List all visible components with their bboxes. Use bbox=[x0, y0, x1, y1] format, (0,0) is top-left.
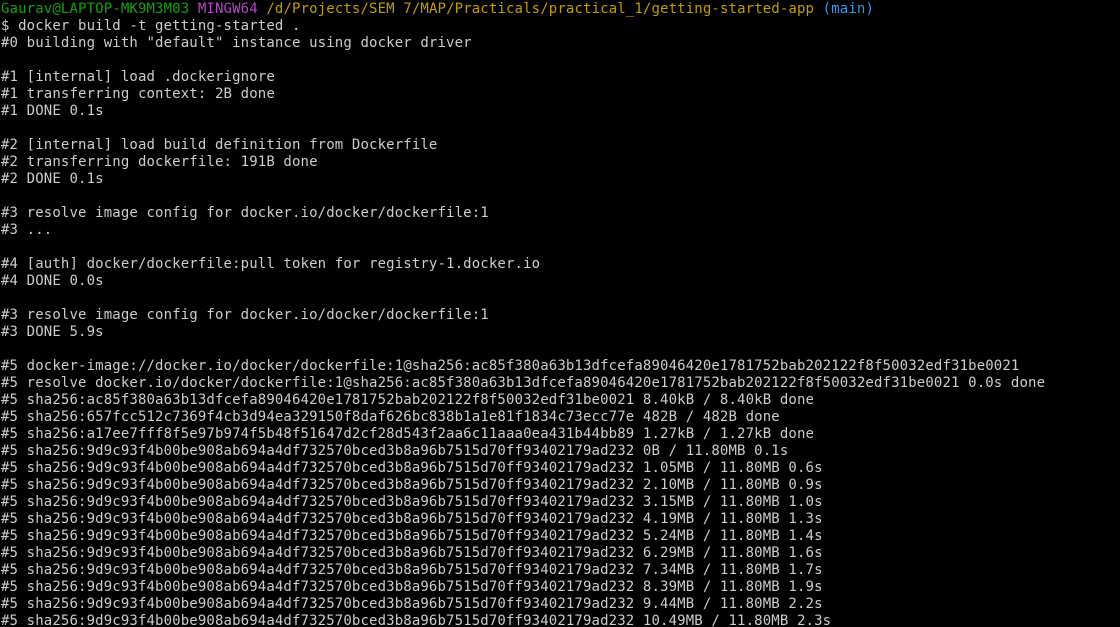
output-line: #5 sha256:9d9c93f4b00be908ab694a4df73257… bbox=[1, 562, 1117, 579]
output-line: #5 sha256:9d9c93f4b00be908ab694a4df73257… bbox=[1, 477, 1117, 494]
output-text: #5 sha256:9d9c93f4b00be908ab694a4df73257… bbox=[1, 545, 823, 561]
output-text: #2 DONE 0.1s bbox=[1, 171, 104, 187]
output-line: #3 DONE 5.9s bbox=[1, 324, 1117, 341]
output-text: #5 sha256:a17ee7fff8f5e97b974f5b48f51647… bbox=[1, 426, 815, 442]
prompt-line: Gaurav@LAPTOP-MK9M3M03 MINGW64 /d/Projec… bbox=[1, 1, 1117, 18]
terminal-output: Gaurav@LAPTOP-MK9M3M03 MINGW64 /d/Projec… bbox=[1, 1, 1117, 627]
output-line: #5 sha256:9d9c93f4b00be908ab694a4df73257… bbox=[1, 579, 1117, 596]
prompt-user-host: Gaurav@LAPTOP-MK9M3M03 bbox=[1, 1, 190, 17]
output-text: #5 sha256:9d9c93f4b00be908ab694a4df73257… bbox=[1, 443, 789, 459]
output-line: #5 sha256:ac85f380a63b13dfcefa89046420e1… bbox=[1, 392, 1117, 409]
output-text: #3 resolve image config for docker.io/do… bbox=[1, 205, 489, 221]
output-line: #5 sha256:9d9c93f4b00be908ab694a4df73257… bbox=[1, 494, 1117, 511]
output-line: #3 ... bbox=[1, 222, 1117, 239]
output-text: #2 transferring dockerfile: 191B done bbox=[1, 154, 318, 170]
command-text: $ docker build -t getting-started . bbox=[1, 18, 301, 34]
output-line: #3 resolve image config for docker.io/do… bbox=[1, 307, 1117, 324]
output-text: #5 sha256:9d9c93f4b00be908ab694a4df73257… bbox=[1, 460, 823, 476]
output-text: #5 resolve docker.io/docker/dockerfile:1… bbox=[1, 375, 1046, 391]
output-line: #5 sha256:9d9c93f4b00be908ab694a4df73257… bbox=[1, 596, 1117, 613]
output-text: #4 DONE 0.0s bbox=[1, 273, 104, 289]
output-text: #5 sha256:657fcc512c7369f4cb3d94ea329150… bbox=[1, 409, 780, 425]
output-text: #0 building with "default" instance usin… bbox=[1, 35, 472, 51]
output-line: #4 [auth] docker/dockerfile:pull token f… bbox=[1, 256, 1117, 273]
output-text: #5 sha256:9d9c93f4b00be908ab694a4df73257… bbox=[1, 528, 823, 544]
output-text: #1 transferring context: 2B done bbox=[1, 86, 275, 102]
prompt-shell-name: MINGW64 bbox=[197, 1, 258, 17]
output-line: #2 [internal] load build definition from… bbox=[1, 137, 1117, 154]
output-text: #5 sha256:9d9c93f4b00be908ab694a4df73257… bbox=[1, 562, 823, 578]
output-line: #5 sha256:9d9c93f4b00be908ab694a4df73257… bbox=[1, 511, 1117, 528]
command-line: $ docker build -t getting-started . bbox=[1, 18, 1117, 35]
output-text: #3 ... bbox=[1, 222, 53, 238]
output-line: #1 [internal] load .dockerignore bbox=[1, 69, 1117, 86]
output-text: #5 sha256:9d9c93f4b00be908ab694a4df73257… bbox=[1, 511, 823, 527]
output-line: #0 building with "default" instance usin… bbox=[1, 35, 1117, 52]
output-line: #2 transferring dockerfile: 191B done bbox=[1, 154, 1117, 171]
output-line: #1 transferring context: 2B done bbox=[1, 86, 1117, 103]
output-text: #1 [internal] load .dockerignore bbox=[1, 69, 275, 85]
output-line: #5 sha256:a17ee7fff8f5e97b974f5b48f51647… bbox=[1, 426, 1117, 443]
output-line: #5 sha256:9d9c93f4b00be908ab694a4df73257… bbox=[1, 545, 1117, 562]
output-line: #1 DONE 0.1s bbox=[1, 103, 1117, 120]
output-line: #5 sha256:9d9c93f4b00be908ab694a4df73257… bbox=[1, 613, 1117, 627]
output-text: #5 sha256:9d9c93f4b00be908ab694a4df73257… bbox=[1, 477, 823, 493]
output-text: #5 sha256:ac85f380a63b13dfcefa89046420e1… bbox=[1, 392, 815, 408]
output-text: #3 resolve image config for docker.io/do… bbox=[1, 307, 489, 323]
output-line: #5 sha256:9d9c93f4b00be908ab694a4df73257… bbox=[1, 528, 1117, 545]
output-line: #2 DONE 0.1s bbox=[1, 171, 1117, 188]
prompt-cwd-path: /d/Projects/SEM 7/MAP/Practicals/practic… bbox=[266, 1, 815, 17]
output-text: #1 DONE 0.1s bbox=[1, 103, 104, 119]
output-line: #5 sha256:9d9c93f4b00be908ab694a4df73257… bbox=[1, 460, 1117, 477]
output-text: #2 [internal] load build definition from… bbox=[1, 137, 438, 153]
output-line: #5 sha256:9d9c93f4b00be908ab694a4df73257… bbox=[1, 443, 1117, 460]
output-line: #5 resolve docker.io/docker/dockerfile:1… bbox=[1, 375, 1117, 392]
output-line: #5 docker-image://docker.io/docker/docke… bbox=[1, 358, 1117, 375]
output-text: #5 sha256:9d9c93f4b00be908ab694a4df73257… bbox=[1, 494, 823, 510]
output-text: #5 sha256:9d9c93f4b00be908ab694a4df73257… bbox=[1, 596, 823, 612]
output-text: #5 docker-image://docker.io/docker/docke… bbox=[1, 358, 1020, 374]
output-line: #3 resolve image config for docker.io/do… bbox=[1, 205, 1117, 222]
output-text: #5 sha256:9d9c93f4b00be908ab694a4df73257… bbox=[1, 613, 832, 627]
output-text: #4 [auth] docker/dockerfile:pull token f… bbox=[1, 256, 541, 272]
output-text: #3 DONE 5.9s bbox=[1, 324, 104, 340]
output-line: #4 DONE 0.0s bbox=[1, 273, 1117, 290]
terminal-window[interactable]: Gaurav@LAPTOP-MK9M3M03 MINGW64 /d/Projec… bbox=[0, 0, 1120, 627]
output-line: #5 sha256:657fcc512c7369f4cb3d94ea329150… bbox=[1, 409, 1117, 426]
prompt-git-branch: (main) bbox=[822, 1, 875, 17]
output-text: #5 sha256:9d9c93f4b00be908ab694a4df73257… bbox=[1, 579, 823, 595]
